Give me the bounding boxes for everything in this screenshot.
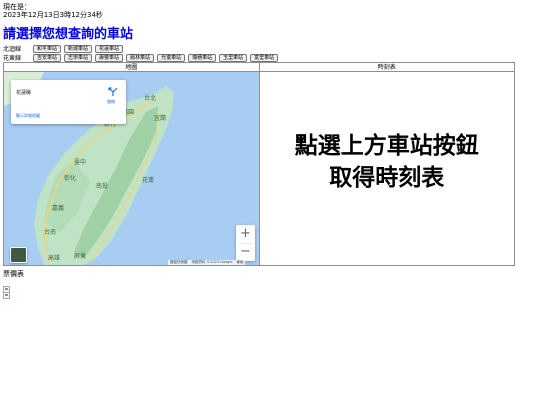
terms-link[interactable]: 條款 — [236, 260, 243, 265]
fare-table-label: 票價表 — [3, 270, 24, 278]
view-larger-map-link[interactable]: 顯示詳細地圖 — [16, 113, 40, 119]
current-time-value: 2023年12月13日3時12分34秒 — [3, 11, 103, 19]
map-info-card: 花蓮縣 路線 顯示詳細地圖 — [11, 80, 126, 124]
station-button-fenglin[interactable]: 鳳林車站 — [126, 53, 155, 62]
station-button-xincheng[interactable]: 新城車站 — [64, 44, 93, 53]
station-button-zhixue[interactable]: 志學車站 — [64, 53, 93, 62]
station-button-fuli[interactable]: 富里車站 — [250, 53, 279, 62]
map-timetable-table: 地圖 時刻表 台北 桃園 新竹 宜蘭 臺中 彰化 南投 花蓮 嘉義 台南 高雄 … — [3, 62, 515, 266]
station-button-heping[interactable]: 和平車站 — [33, 44, 62, 53]
map-label-yilan: 宜蘭 — [154, 114, 166, 122]
map-label-kaohsiung: 高雄 — [48, 254, 60, 262]
map-label-chiayi: 嘉義 — [52, 204, 64, 212]
map-label-hualien: 花蓮 — [142, 176, 154, 184]
google-map[interactable]: 台北 桃園 新竹 宜蘭 臺中 彰化 南投 花蓮 嘉義 台南 高雄 屏東 花蓮縣 … — [4, 72, 259, 265]
broken-image-icon — [3, 292, 10, 299]
page-title: 請選擇您想查詢的車站 — [3, 27, 134, 42]
zoom-controls: + − — [236, 225, 255, 261]
line-label-hualien-taitung: 花東線 — [3, 55, 22, 62]
station-button-jian[interactable]: 吉安車站 — [33, 53, 62, 62]
zoom-in-button[interactable]: + — [236, 225, 255, 243]
hualien-taitung-line-row: 花東線 吉安車站 志學車站 壽豐車站 鳳林車站 光復車站 瑞穗車站 玉里車站 富… — [3, 53, 281, 62]
map-place-name: 花蓮縣 — [16, 90, 32, 96]
station-button-ruisui[interactable]: 瑞穗車站 — [188, 53, 217, 62]
map-label-changhua: 彰化 — [64, 174, 76, 182]
timetable-prompt-line1: 點選上方車站按鈕 — [294, 132, 479, 159]
map-attribution: 鍵盤快速鍵 地圖資料 ©2023 Google 條款 — [168, 260, 246, 265]
timetable-panel-header: 時刻表 — [258, 62, 515, 72]
directions-icon[interactable] — [107, 87, 119, 97]
station-button-hualien[interactable]: 花蓮車站 — [95, 44, 124, 53]
map-label-taichung: 臺中 — [74, 158, 86, 166]
line-label-north-link: 北迴線 — [3, 46, 22, 53]
map-data-credit: 地圖資料 ©2023 Google — [191, 260, 233, 264]
map-label-taipei: 台北 — [144, 94, 156, 102]
map-label-nantou: 南投 — [96, 182, 108, 190]
zoom-out-button[interactable]: − — [236, 243, 255, 261]
station-button-yuli[interactable]: 玉里車站 — [219, 53, 248, 62]
station-button-guangfu[interactable]: 光復車站 — [157, 53, 186, 62]
map-layer-toggle[interactable] — [10, 247, 27, 263]
map-label-pingtung: 屏東 — [74, 252, 86, 260]
station-button-shoufeng[interactable]: 壽豐車站 — [95, 53, 124, 62]
map-cell: 台北 桃園 新竹 宜蘭 臺中 彰化 南投 花蓮 嘉義 台南 高雄 屏東 花蓮縣 … — [3, 71, 260, 266]
timetable-cell: 點選上方車站按鈕 取得時刻表 — [258, 71, 515, 266]
timetable-prompt-line2: 取得時刻表 — [329, 164, 445, 191]
map-panel-header: 地圖 — [3, 62, 260, 72]
map-label-tainan: 台南 — [44, 228, 56, 236]
keyboard-shortcuts-link[interactable]: 鍵盤快速鍵 — [170, 260, 188, 265]
directions-link[interactable]: 路線 — [107, 99, 115, 105]
north-link-line-row: 北迴線 和平車站 新城車站 花蓮車站 — [3, 44, 126, 53]
